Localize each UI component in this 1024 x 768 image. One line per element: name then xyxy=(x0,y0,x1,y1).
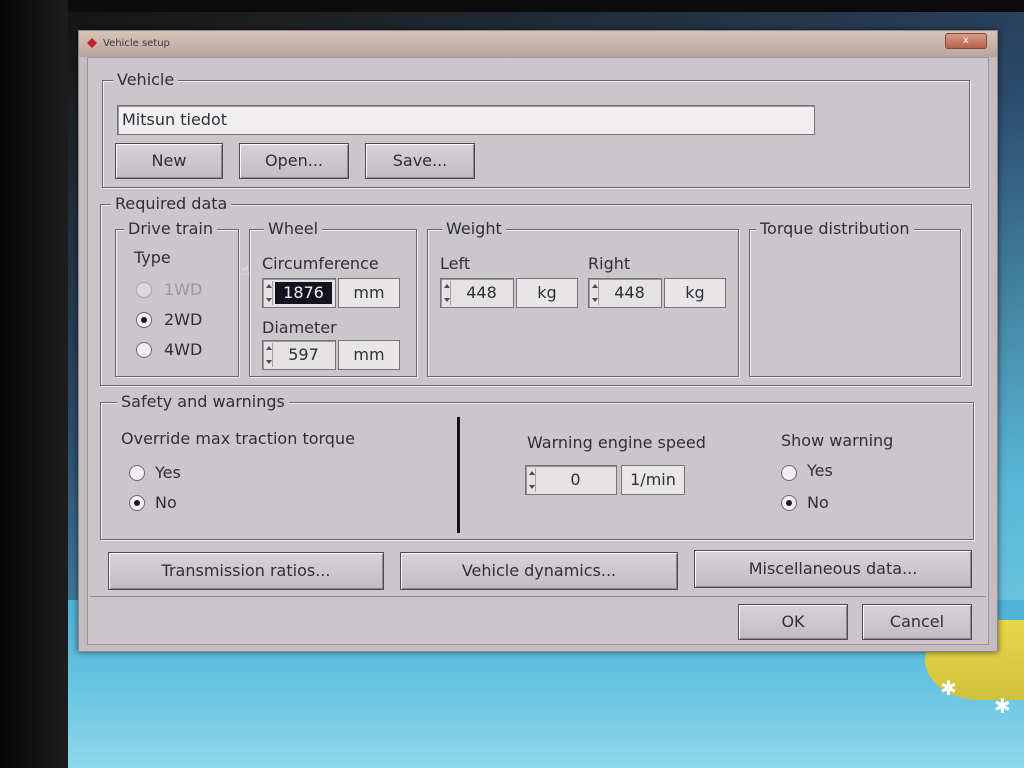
dialog-body: Vehicle Mitsun tiedot New Open... Save..… xyxy=(87,57,989,645)
diameter-unit: mm xyxy=(338,340,400,370)
ok-button[interactable]: OK xyxy=(738,604,848,640)
diameter-label: Diameter xyxy=(262,318,337,337)
weight-right-value[interactable]: 448 xyxy=(601,282,658,304)
override-yes-radio[interactable] xyxy=(129,465,145,481)
wheel-legend: Wheel xyxy=(264,219,323,238)
wallpaper-flower-icon: ✱ xyxy=(940,676,957,700)
drive-2wd-radio[interactable] xyxy=(136,312,152,328)
required-data-group: Required data Drive train Type 1WD 2WD 4… xyxy=(100,194,972,386)
warning-engine-speed-spinbox[interactable]: 0 xyxy=(525,465,617,495)
wallpaper-flower-icon: ✱ xyxy=(994,694,1011,718)
weight-left-spinbox[interactable]: 448 xyxy=(440,278,514,308)
window-title: Vehicle setup xyxy=(103,38,170,49)
spin-arrows-icon[interactable] xyxy=(443,281,451,305)
drive-1wd-label: 1WD xyxy=(164,280,203,299)
circumference-spinbox[interactable]: 1876 xyxy=(262,278,336,308)
vehicle-dynamics-button[interactable]: Vehicle dynamics... xyxy=(400,552,678,590)
close-button[interactable]: x xyxy=(945,33,987,49)
monitor-bezel-left xyxy=(0,0,68,768)
weight-right-unit: kg xyxy=(664,278,726,308)
warning-engine-speed-label: Warning engine speed xyxy=(527,433,706,452)
safety-warnings-legend: Safety and warnings xyxy=(117,392,289,411)
override-traction-label: Override max traction torque xyxy=(121,429,355,448)
wheel-group: Wheel Circumference 1876 mm Diameter 597… xyxy=(249,219,417,377)
warning-engine-speed-value[interactable]: 0 xyxy=(538,469,613,491)
monitor-bezel-top xyxy=(0,0,1024,12)
weight-left-label: Left xyxy=(440,254,471,273)
title-bar[interactable]: Vehicle setup x xyxy=(79,31,997,57)
weight-right-spinbox[interactable]: 448 xyxy=(588,278,662,308)
spin-arrows-icon[interactable] xyxy=(265,281,273,305)
circumference-value[interactable]: 1876 xyxy=(275,282,332,304)
drive-4wd-radio[interactable] xyxy=(136,342,152,358)
weight-legend: Weight xyxy=(442,219,506,238)
override-no-radio[interactable] xyxy=(129,495,145,511)
diameter-value[interactable]: 597 xyxy=(275,344,332,366)
show-warning-no-label[interactable]: No xyxy=(807,493,829,512)
miscellaneous-data-button[interactable]: Miscellaneous data... xyxy=(694,550,972,588)
override-no-label[interactable]: No xyxy=(155,493,177,512)
drive-train-group: Drive train Type 1WD 2WD 4WD xyxy=(115,219,239,377)
diameter-spinbox[interactable]: 597 xyxy=(262,340,336,370)
vehicle-name-field[interactable]: Mitsun tiedot xyxy=(117,105,815,135)
cancel-button[interactable]: Cancel xyxy=(862,604,972,640)
circumference-unit: mm xyxy=(338,278,400,308)
vehicle-setup-dialog: Vehicle setup x Vehicle Mitsun tiedot Ne… xyxy=(78,30,998,652)
torque-distribution-legend: Torque distribution xyxy=(756,219,914,238)
torque-distribution-group: Torque distribution xyxy=(749,219,961,377)
show-warning-yes-radio[interactable] xyxy=(781,465,797,481)
new-button[interactable]: New xyxy=(115,143,223,179)
spin-arrows-icon[interactable] xyxy=(591,281,599,305)
drive-train-legend: Drive train xyxy=(124,219,217,238)
override-yes-label[interactable]: Yes xyxy=(155,463,181,482)
circumference-label: Circumference xyxy=(262,254,379,273)
app-icon xyxy=(87,38,97,48)
show-warning-yes-label[interactable]: Yes xyxy=(807,461,833,480)
weight-left-unit: kg xyxy=(516,278,578,308)
weight-right-label: Right xyxy=(588,254,631,273)
safety-warnings-group: Safety and warnings Override max tractio… xyxy=(100,392,974,540)
open-button[interactable]: Open... xyxy=(239,143,349,179)
save-button[interactable]: Save... xyxy=(365,143,475,179)
transmission-ratios-button[interactable]: Transmission ratios... xyxy=(108,552,384,590)
weight-group: Weight Left 448 kg Right 448 kg xyxy=(427,219,739,377)
required-data-legend: Required data xyxy=(111,194,232,213)
drive-1wd-radio xyxy=(136,282,152,298)
show-warning-label: Show warning xyxy=(781,431,894,450)
footer-divider xyxy=(90,596,986,597)
vehicle-group: Vehicle Mitsun tiedot New Open... Save..… xyxy=(102,70,970,188)
drive-2wd-label[interactable]: 2WD xyxy=(164,310,202,329)
spin-arrows-icon[interactable] xyxy=(265,343,273,367)
mouse-cursor-icon: ☝ xyxy=(241,263,250,279)
show-warning-no-radio[interactable] xyxy=(781,495,797,511)
warning-engine-speed-unit: 1/min xyxy=(621,465,685,495)
vehicle-group-legend: Vehicle xyxy=(113,70,179,89)
vertical-separator xyxy=(457,417,460,533)
spin-arrows-icon[interactable] xyxy=(528,468,536,492)
drive-4wd-label[interactable]: 4WD xyxy=(164,340,202,359)
weight-left-value[interactable]: 448 xyxy=(453,282,510,304)
type-label: Type xyxy=(134,248,171,267)
